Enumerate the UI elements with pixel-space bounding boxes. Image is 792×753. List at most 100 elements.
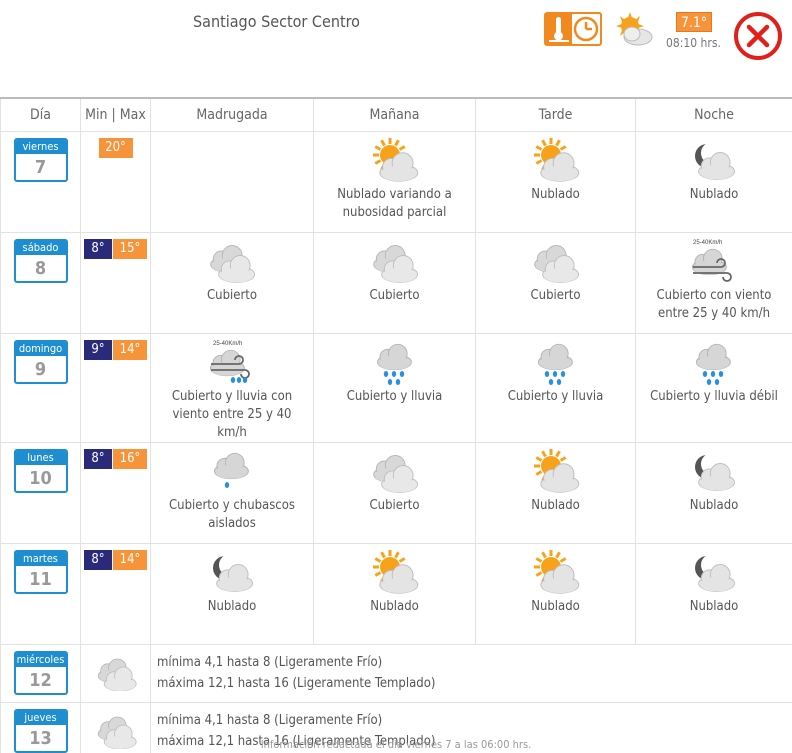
- period-cell: Nublado: [313, 543, 476, 645]
- day-name: sábado: [15, 241, 66, 255]
- period-description: Cubierto: [206, 288, 257, 303]
- day-name: viernes: [15, 140, 66, 154]
- period-cell: Nublado: [475, 131, 636, 233]
- close-icon[interactable]: [732, 10, 784, 62]
- day-badge: lunes 10: [13, 449, 68, 493]
- period-description: Nublado: [531, 187, 580, 202]
- day-badge: domingo 9: [13, 340, 68, 384]
- period-cell: Cubierto y chubascos aislados: [150, 442, 314, 544]
- cloudy-night-icon: [695, 453, 736, 491]
- day-name: miércoles: [15, 653, 66, 667]
- current-temp-badge: 7.1°: [676, 12, 712, 32]
- table-header: Día Min | Max Madrugada Mañana Tarde Noc…: [0, 97, 792, 132]
- day-name: domingo: [15, 342, 66, 356]
- table-row: domingo 9 9° 14° 25-40Km/h Cubierto y lluv…: [0, 333, 792, 443]
- day-date: 12: [29, 670, 52, 691]
- wind-icon: 25-40Km/h: [691, 240, 732, 282]
- table-row: lunes 10 8° 16° Cubierto y chubascos aisl…: [0, 442, 792, 544]
- minmax-cell: 8° 16°: [80, 442, 151, 544]
- period-cell: Cubierto y lluvia: [475, 333, 636, 443]
- rain-icon: [695, 343, 731, 385]
- partly-cloudy-icon: [372, 550, 418, 594]
- day-cell: miércoles 12: [0, 644, 81, 703]
- period-cell: 25-40Km/h Cubierto con viento entre 25 y…: [635, 232, 792, 334]
- minmax-cell: 9° 14°: [80, 333, 151, 443]
- cloudy-night-icon: [213, 554, 254, 592]
- overcast-icon: [372, 245, 418, 283]
- period-description: Nublado variando a nubosidad parcial: [337, 187, 452, 220]
- col-header-day: Día: [0, 97, 81, 132]
- col-header-manana: Mañana: [313, 97, 476, 132]
- period-description: Cubierto y lluvia: [507, 389, 604, 404]
- table-row: martes 11 8° 14° Nublado Nublado Nublado …: [0, 543, 792, 645]
- long-range-text: mínima 4,1 hasta 8 (Ligeramente Frío) má…: [150, 644, 792, 703]
- period-description: Nublado: [207, 599, 257, 614]
- col-header-noche: Noche: [635, 97, 792, 132]
- day-cell: domingo 9: [0, 333, 81, 443]
- day-cell: viernes 7: [0, 131, 81, 233]
- day-name: jueves: [15, 711, 66, 725]
- overcast-icon: [372, 455, 418, 493]
- period-description: Cubierto y lluvia débil: [650, 389, 778, 404]
- col-header-tarde: Tarde: [475, 97, 636, 132]
- period-cell: Nublado: [475, 442, 636, 544]
- thermometer-clock-icon[interactable]: [544, 12, 602, 46]
- period-description: Cubierto y lluvia: [346, 389, 443, 404]
- period-cell: Nublado: [150, 543, 314, 645]
- period-cell: 25-40Km/h Cubierto y lluvia con viento e…: [150, 333, 314, 443]
- col-header-madrugada: Madrugada: [150, 97, 314, 132]
- day-name: lunes: [15, 451, 66, 465]
- cloudy-night-icon: [695, 554, 736, 592]
- day-date: 7: [34, 157, 47, 178]
- station-name: Santiago Sector Centro: [193, 12, 360, 31]
- partly-cloudy-icon: [533, 550, 579, 594]
- period-description: Nublado: [689, 599, 739, 614]
- day-cell: lunes 10: [0, 442, 81, 544]
- period-description: Nublado: [689, 187, 739, 202]
- period-cell: Nublado: [635, 442, 792, 544]
- period-description: Cubierto con viento entre 25 y 40 km/h: [656, 288, 772, 321]
- period-cell: Cubierto: [313, 442, 476, 544]
- min-temp: 8°: [84, 550, 112, 570]
- max-temp: 15°: [113, 239, 147, 259]
- period-description: Nublado: [689, 498, 739, 513]
- min-temp: 9°: [84, 340, 112, 360]
- cloudy-night-icon: [695, 142, 736, 180]
- min-temp: 8°: [84, 449, 112, 469]
- overcast-icon: [97, 658, 137, 692]
- day-name: martes: [15, 552, 66, 566]
- overcast-icon: [533, 245, 579, 283]
- showers-icon: [213, 452, 249, 488]
- day-date: 11: [29, 569, 52, 590]
- partly-cloudy-icon: [533, 138, 579, 182]
- period-description: Nublado: [531, 599, 580, 614]
- day-badge: miércoles 12: [13, 651, 68, 695]
- rain-icon: [376, 343, 412, 385]
- day-date: 8: [34, 258, 47, 279]
- table-row: miércoles 12 mínima 4,1 hasta 8 (Ligeram…: [0, 644, 792, 703]
- min-temp: 8°: [84, 239, 112, 259]
- period-cell: Cubierto: [150, 232, 314, 334]
- wind-rain-icon: 25-40Km/h: [209, 341, 250, 383]
- day-badge: viernes 7: [13, 138, 68, 182]
- partly-cloudy-icon: [372, 138, 418, 182]
- svg-text:25-40Km/h: 25-40Km/h: [213, 341, 242, 347]
- current-time: 08:10 hrs.: [666, 36, 721, 50]
- period-description: Cubierto y chubascos aislados: [169, 498, 295, 531]
- day-date: 9: [34, 359, 47, 380]
- period-cell: Cubierto: [475, 232, 636, 334]
- day-badge: martes 11: [13, 550, 68, 594]
- period-description: Nublado: [531, 498, 580, 513]
- day-badge: sábado 8: [13, 239, 68, 283]
- rain-icon: [537, 343, 573, 385]
- period-description: Nublado: [370, 599, 419, 614]
- period-cell: Nublado: [475, 543, 636, 645]
- day-date: 10: [29, 468, 52, 489]
- minmax-cell: 20°: [80, 131, 151, 233]
- max-temp: 16°: [113, 449, 147, 469]
- period-cell: Nublado: [635, 131, 792, 233]
- forecast-table: Día Min | Max Madrugada Mañana Tarde Noc…: [0, 97, 792, 753]
- period-cell: Cubierto y lluvia débil: [635, 333, 792, 443]
- max-range-line: máxima 12,1 hasta 16 (Ligeramente Templa…: [157, 676, 436, 691]
- overcast-icon: [210, 245, 256, 283]
